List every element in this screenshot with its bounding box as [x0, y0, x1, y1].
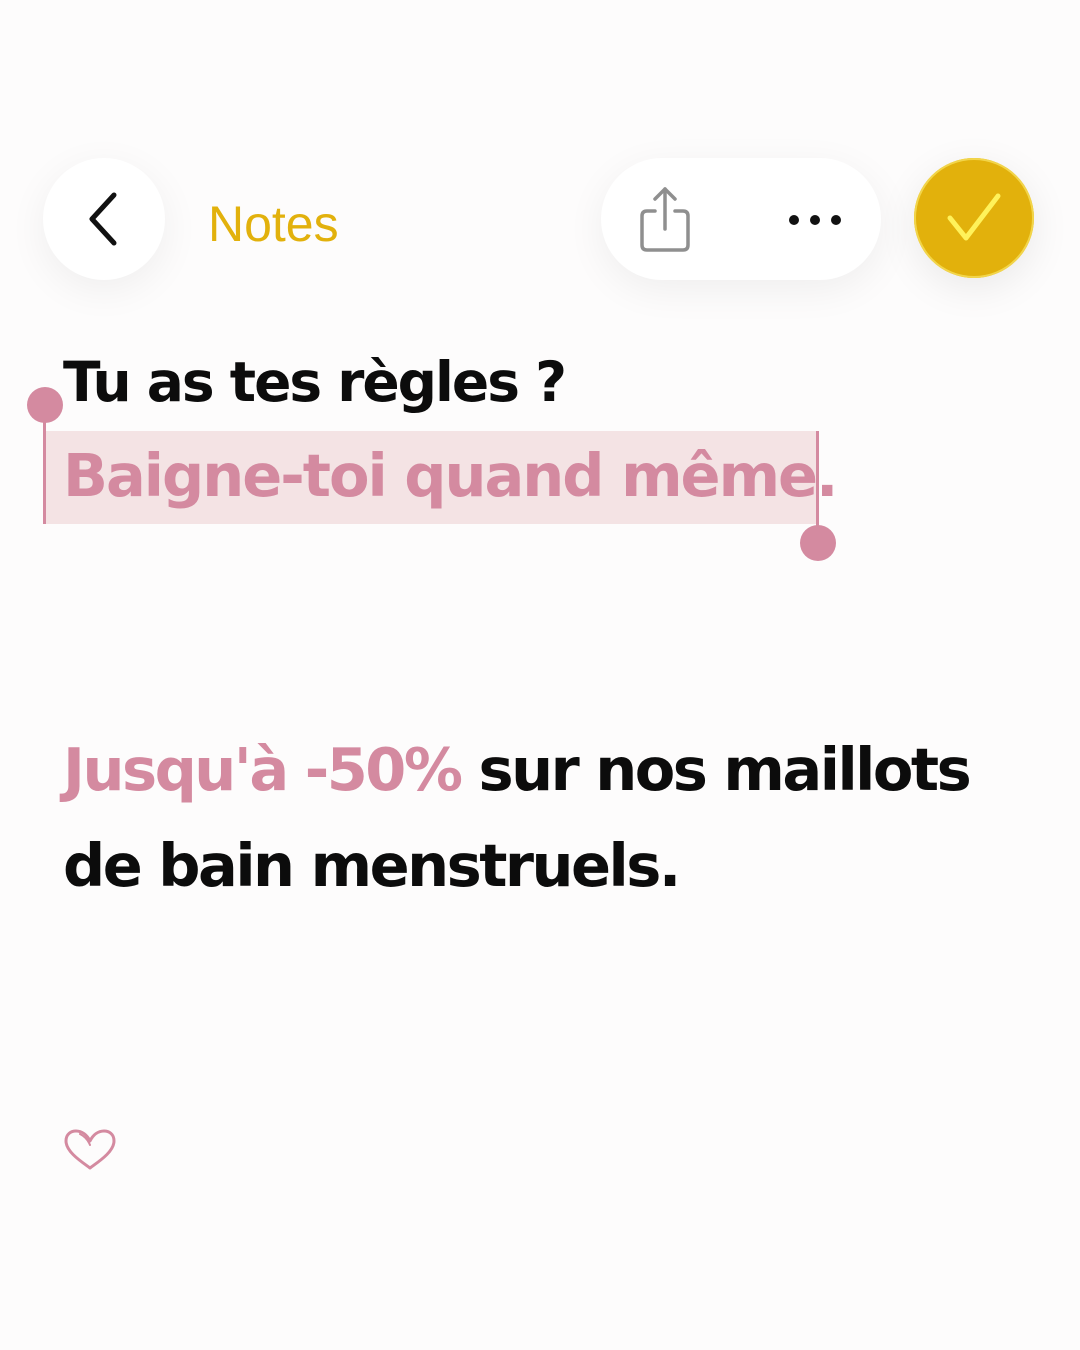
heart-icon [64, 1129, 116, 1170]
checkmark-icon [947, 193, 1001, 241]
ellipsis-icon [789, 215, 841, 225]
selection-handle-start[interactable] [27, 387, 63, 423]
selected-text[interactable]: Baigne-toi quand même. [63, 436, 838, 516]
selection-handle-end[interactable] [800, 525, 836, 561]
promo-paragraph[interactable]: Jusqu'à -50% sur nos maillots de bain me… [63, 722, 1053, 914]
promo-highlight: Jusqu'à -50% [63, 735, 463, 804]
notes-screen: Notes Tu as tes règles ? Baigne-toi quan… [0, 0, 1080, 1350]
chevron-left-icon [89, 192, 117, 246]
share-button[interactable] [610, 175, 720, 265]
note-title[interactable]: Tu as tes règles ? [63, 342, 567, 422]
share-icon [640, 187, 690, 252]
back-button[interactable] [43, 158, 165, 280]
done-button[interactable] [914, 158, 1034, 278]
back-label[interactable]: Notes [208, 194, 339, 254]
more-button[interactable] [760, 175, 870, 265]
